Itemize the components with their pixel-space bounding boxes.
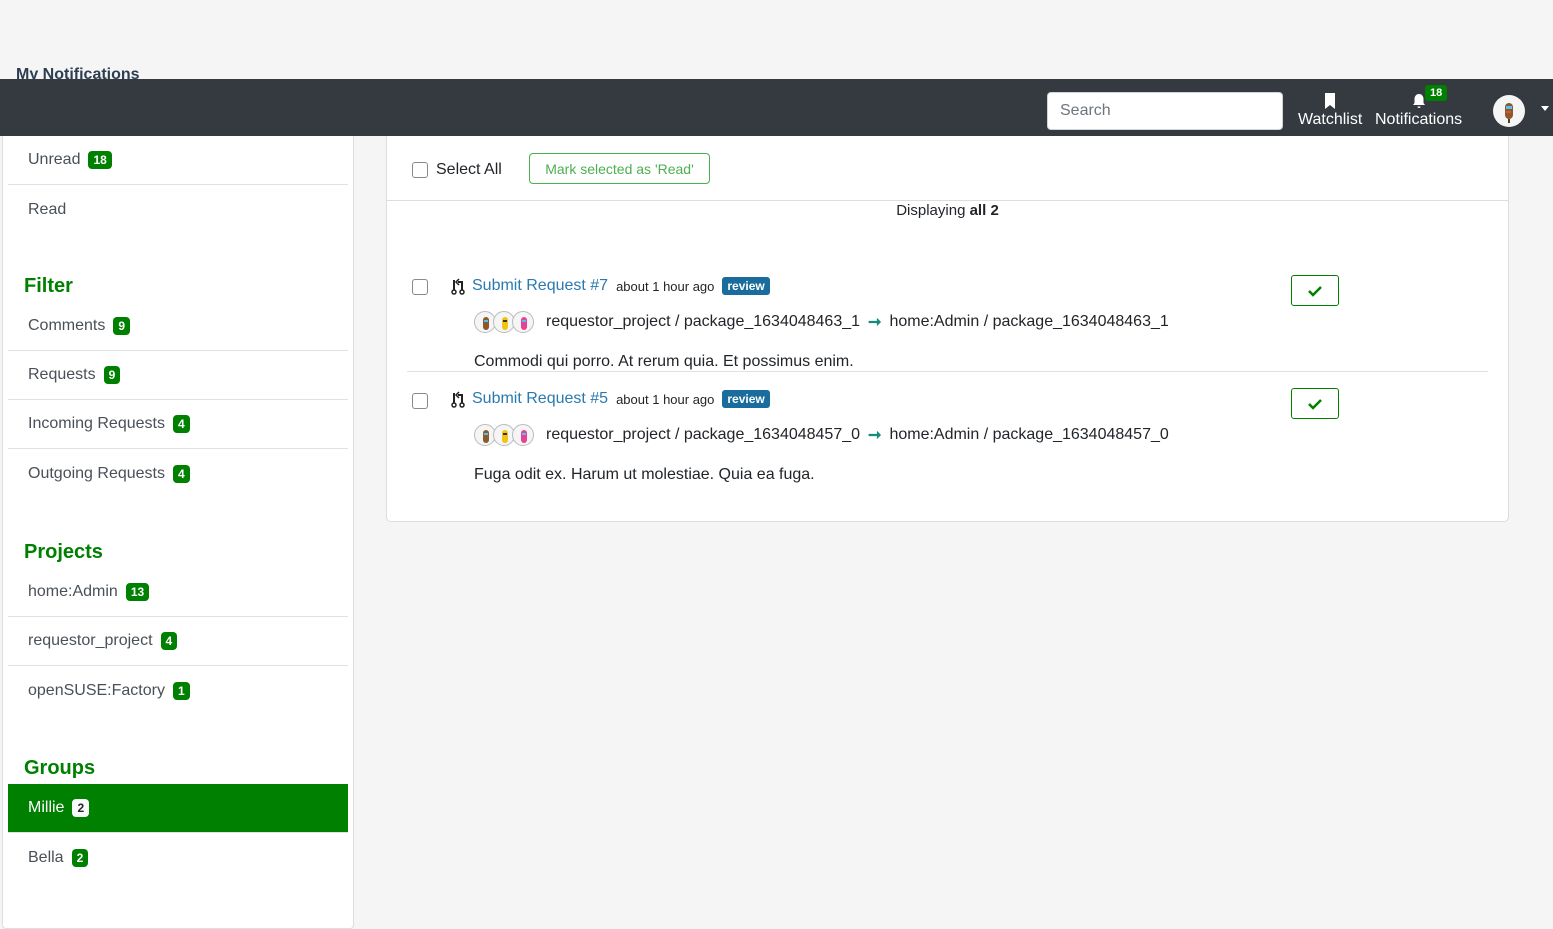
notification-item: Submit Request #5 about 1 hour ago revie… <box>407 371 1488 503</box>
pull-request-icon <box>451 391 465 408</box>
count-badge: 9 <box>103 366 121 384</box>
sidebar-item-label: Unread <box>28 151 81 168</box>
pull-request-icon <box>451 278 465 295</box>
projects-heading: Projects <box>24 541 103 563</box>
checkbox[interactable] <box>412 162 428 178</box>
sidebar-item-requestor-project[interactable]: requestor_project 4 <box>8 617 348 666</box>
notification-checkbox[interactable] <box>412 279 428 295</box>
timestamp: about 1 hour ago <box>616 391 715 407</box>
projects-list: home:Admin 13 requestor_project 4 openSU… <box>3 568 353 715</box>
watchlist-label: Watchlist <box>1298 111 1363 128</box>
watchlist-link[interactable]: Watchlist <box>1298 93 1362 129</box>
mark-read-button[interactable] <box>1291 275 1339 306</box>
count-badge: 4 <box>160 632 178 650</box>
source-package: requestor_project / package_1634048457_0 <box>546 426 861 443</box>
sidebar-item-label: Incoming Requests <box>28 415 165 432</box>
target-package: home:Admin / package_1634048463_1 <box>889 313 1169 330</box>
sidebar-item-requests[interactable]: Requests 9 <box>8 351 348 400</box>
review-badge: review <box>722 390 770 408</box>
count-badge: 4 <box>172 464 190 483</box>
avatar[interactable] <box>512 424 534 446</box>
count-badge: 13 <box>125 583 150 601</box>
count-badge: 9 <box>113 317 131 335</box>
count-badge: 2 <box>71 848 89 867</box>
card-header: Select All Mark selected as 'Read' <box>387 136 1508 201</box>
sidebar-item-label: requestor_project <box>28 632 153 649</box>
sidebar-item-outgoing-requests[interactable]: Outgoing Requests 4 <box>8 449 348 498</box>
groups-list: Millie 2 Bella 2 <box>3 784 353 882</box>
bookmark-icon <box>1325 93 1336 109</box>
select-all-label: Select All <box>436 161 502 178</box>
review-badge: review <box>722 277 770 295</box>
sidebar-item-label: Read <box>28 200 67 218</box>
sidebar-item-read[interactable]: Read <box>8 185 348 234</box>
groups-heading: Groups <box>24 757 96 779</box>
count-badge: 18 <box>88 151 112 169</box>
sidebar-item-incoming-requests[interactable]: Incoming Requests 4 <box>8 400 348 449</box>
check-icon <box>1308 398 1322 410</box>
request-link[interactable]: Submit Request #5 <box>472 390 608 408</box>
avatar[interactable] <box>512 311 534 333</box>
mark-read-button[interactable] <box>1291 388 1339 419</box>
notification-checkbox[interactable] <box>412 393 428 409</box>
notification-item: Submit Request #7 about 1 hour ago revie… <box>407 222 1488 371</box>
avatar-group <box>474 311 534 333</box>
sidebar-item-label: Millie <box>28 799 65 816</box>
count-badge: 1 <box>172 681 190 700</box>
count-badge: 4 <box>172 415 190 433</box>
select-all-checkbox[interactable]: Select All <box>412 161 502 179</box>
robot-pink-icon <box>521 317 527 330</box>
filter-heading: Filter <box>24 275 73 297</box>
sidebar-item-label: Comments <box>28 317 106 334</box>
arrow-right-icon: ➞ <box>868 427 882 444</box>
bell-icon <box>1412 94 1425 108</box>
sidebar-item-comments[interactable]: Comments 9 <box>8 302 348 351</box>
displaying-info: Displaying all 2 <box>387 202 1508 222</box>
count-badge: 2 <box>72 799 90 817</box>
notifications-link[interactable]: Notifications <box>1375 93 1462 129</box>
notification-description: Fuga odit ex. Harum ut molestiae. Quia e… <box>474 466 815 483</box>
sidebar-item-bella[interactable]: Bella 2 <box>8 833 348 882</box>
sidebar-item-opensuse-factory[interactable]: openSUSE:Factory 1 <box>8 666 348 715</box>
timestamp: about 1 hour ago <box>616 278 715 294</box>
notifications-count-badge: 18 <box>1425 85 1448 101</box>
displaying-prefix: Displaying <box>896 202 966 219</box>
notification-description: Commodi qui porro. At rerum quia. Et pos… <box>474 353 854 370</box>
arrow-right-icon: ➞ <box>868 314 882 331</box>
request-link[interactable]: Submit Request #7 <box>472 277 608 295</box>
user-menu-caret-icon[interactable] <box>1541 106 1549 111</box>
state-filter-list: Unread 18 Read <box>3 136 353 234</box>
top-navbar: Watchlist Notifications <box>0 79 1553 136</box>
notifications-card: Select All Mark selected as 'Read' Displ… <box>386 136 1509 522</box>
sidebar: Unread 18 Read Filter Comments 9 Request… <box>2 136 354 929</box>
sidebar-item-millie[interactable]: Millie 2 <box>8 784 348 833</box>
check-icon <box>1308 285 1322 297</box>
source-package: requestor_project / package_1634048463_1 <box>546 313 861 330</box>
sidebar-item-label: openSUSE:Factory <box>28 681 165 699</box>
notifications-label: Notifications <box>1375 111 1463 128</box>
notification-header: Submit Request #5 about 1 hour ago revie… <box>450 390 770 408</box>
target-package: home:Admin / package_1634048457_0 <box>889 426 1169 443</box>
robot-pink-icon <box>521 430 527 443</box>
sidebar-item-unread[interactable]: Unread 18 <box>8 136 348 185</box>
avatar-group <box>474 424 534 446</box>
displaying-count: all 2 <box>969 202 999 219</box>
sidebar-item-label: home:Admin <box>28 583 118 600</box>
filter-list: Comments 9 Requests 9 Incoming Requests … <box>3 302 353 498</box>
request-path: requestor_project / package_1634048457_0… <box>474 424 1169 446</box>
sidebar-item-label: Bella <box>28 848 64 866</box>
user-avatar[interactable] <box>1493 95 1525 127</box>
sidebar-item-home-admin[interactable]: home:Admin 13 <box>8 568 348 617</box>
sidebar-item-label: Requests <box>28 366 96 383</box>
mark-selected-read-button[interactable]: Mark selected as 'Read' <box>529 153 710 184</box>
search-input[interactable] <box>1047 92 1283 130</box>
request-path: requestor_project / package_1634048463_1… <box>474 311 1169 333</box>
sidebar-item-label: Outgoing Requests <box>28 464 165 482</box>
notification-header: Submit Request #7 about 1 hour ago revie… <box>450 277 770 295</box>
avatar-robot-icon <box>1505 103 1513 123</box>
